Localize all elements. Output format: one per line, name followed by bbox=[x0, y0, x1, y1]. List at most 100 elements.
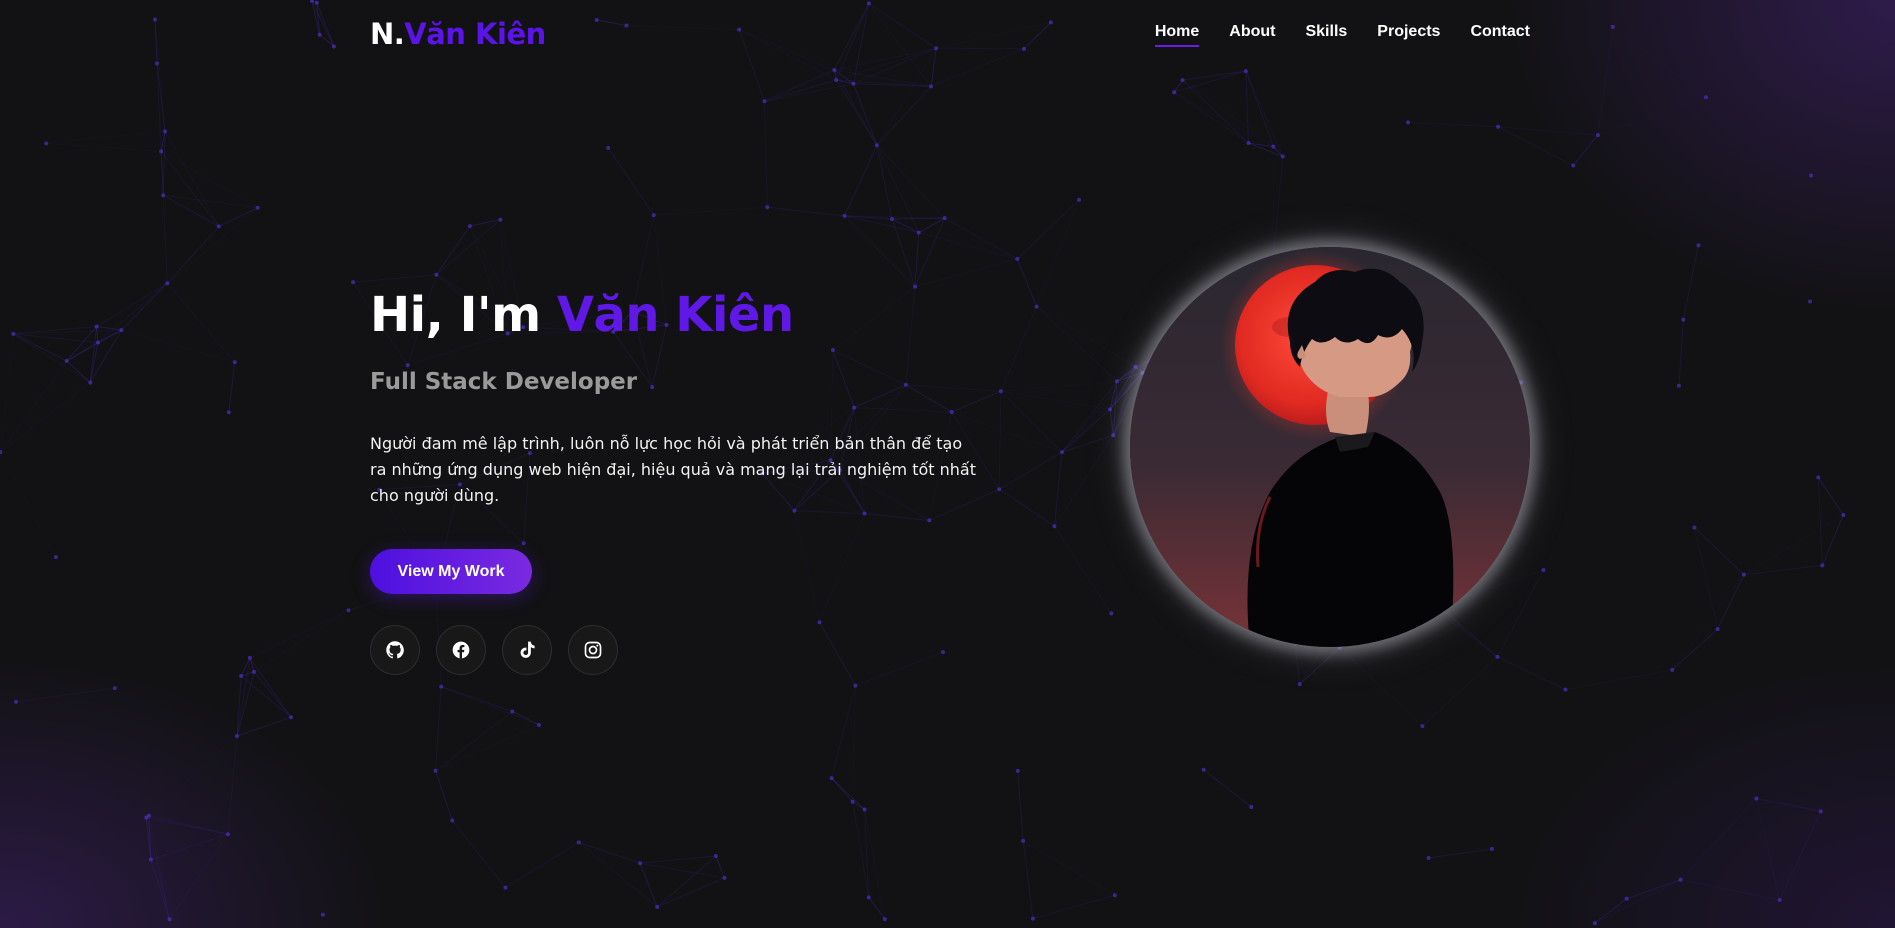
facebook-icon bbox=[452, 641, 470, 659]
network-node bbox=[320, 912, 325, 917]
network-node bbox=[498, 217, 503, 222]
network-link bbox=[653, 206, 768, 216]
network-node bbox=[64, 358, 69, 363]
instagram-link[interactable] bbox=[568, 625, 618, 675]
network-link bbox=[1061, 408, 1111, 453]
network-link bbox=[1428, 848, 1493, 859]
network-link bbox=[1053, 452, 1063, 527]
network-link bbox=[1594, 879, 1681, 924]
nav-item-about[interactable]: About bbox=[1229, 23, 1275, 45]
tiktok-icon bbox=[520, 641, 535, 658]
network-link bbox=[1000, 390, 1111, 410]
network-node bbox=[1201, 767, 1206, 772]
network-node bbox=[239, 674, 244, 679]
network-node bbox=[503, 885, 508, 890]
nav-item-skills[interactable]: Skills bbox=[1305, 23, 1347, 45]
network-link bbox=[876, 144, 946, 219]
network-link bbox=[240, 675, 292, 718]
github-link[interactable] bbox=[370, 625, 420, 675]
network-node bbox=[247, 655, 252, 660]
network-link bbox=[1612, 26, 1707, 98]
network-node bbox=[929, 84, 934, 89]
network-link bbox=[1682, 245, 1699, 320]
network-link bbox=[249, 657, 292, 718]
nav-item-contact[interactable]: Contact bbox=[1470, 23, 1530, 45]
nav-item-home[interactable]: Home bbox=[1154, 23, 1200, 47]
network-link bbox=[831, 777, 853, 803]
network-link bbox=[918, 232, 1018, 260]
network-link bbox=[227, 736, 238, 835]
network-node bbox=[255, 205, 260, 210]
network-link bbox=[146, 817, 229, 835]
network-node bbox=[1114, 379, 1119, 384]
network-node bbox=[251, 669, 256, 674]
network-node bbox=[1681, 317, 1686, 322]
network-link bbox=[145, 817, 170, 920]
network-link bbox=[578, 841, 658, 908]
nav-item-projects[interactable]: Projects bbox=[1377, 23, 1440, 45]
network-node bbox=[433, 768, 438, 773]
network-link bbox=[435, 724, 540, 772]
network-link bbox=[150, 859, 170, 920]
network-node bbox=[1754, 796, 1759, 801]
network-node bbox=[1172, 90, 1177, 95]
network-link bbox=[944, 217, 1018, 260]
network-node bbox=[1015, 256, 1020, 261]
network-node bbox=[434, 272, 439, 277]
hero-name: Văn Kiên bbox=[556, 287, 794, 343]
network-node bbox=[1595, 133, 1600, 138]
network-link bbox=[831, 685, 856, 779]
network-node bbox=[762, 99, 767, 104]
network-node bbox=[1030, 916, 1035, 921]
network-node bbox=[94, 324, 99, 329]
hero-subtitle: Full Stack Developer bbox=[370, 369, 638, 395]
network-link bbox=[236, 657, 251, 737]
network-node bbox=[851, 81, 856, 86]
network-node bbox=[834, 77, 839, 82]
network-link bbox=[891, 217, 945, 220]
network-node bbox=[1249, 804, 1254, 809]
network-link bbox=[1245, 70, 1274, 147]
network-link bbox=[1182, 79, 1249, 144]
network-link bbox=[715, 855, 725, 879]
network-node bbox=[1820, 563, 1825, 568]
network-link bbox=[1565, 669, 1673, 691]
hero-greeting: Hi, I'm bbox=[370, 287, 557, 343]
network-link bbox=[1054, 526, 1112, 614]
logo-prefix: N. bbox=[370, 17, 405, 51]
network-node bbox=[998, 389, 1003, 394]
network-link bbox=[441, 686, 540, 726]
network-node bbox=[14, 699, 19, 704]
network-node bbox=[1112, 893, 1117, 898]
instagram-icon bbox=[584, 641, 602, 659]
network-link bbox=[1422, 656, 1498, 727]
facebook-link[interactable] bbox=[436, 625, 486, 675]
network-node bbox=[1676, 383, 1681, 388]
network-link bbox=[876, 145, 893, 220]
network-link bbox=[96, 325, 122, 331]
network-link bbox=[844, 145, 878, 217]
view-my-work-button[interactable]: View My Work bbox=[370, 549, 532, 594]
network-node bbox=[1715, 627, 1720, 632]
network-link bbox=[1817, 477, 1844, 516]
network-node bbox=[1406, 120, 1411, 125]
network-link bbox=[1671, 628, 1718, 671]
network-link bbox=[1017, 770, 1024, 841]
network-link bbox=[918, 217, 945, 234]
network-link bbox=[998, 488, 1055, 527]
network-node bbox=[161, 193, 166, 198]
network-node bbox=[351, 280, 356, 285]
network-link bbox=[150, 833, 229, 861]
network-node bbox=[874, 143, 879, 148]
network-node bbox=[1841, 512, 1846, 517]
network-link bbox=[253, 609, 349, 673]
network-node bbox=[942, 216, 947, 221]
logo[interactable]: N.Văn Kiên bbox=[370, 17, 546, 51]
tiktok-link[interactable] bbox=[502, 625, 552, 675]
network-link bbox=[998, 451, 1063, 490]
network-node bbox=[1571, 163, 1576, 168]
network-link bbox=[657, 877, 725, 908]
network-link bbox=[578, 841, 641, 864]
network-link bbox=[1594, 898, 1627, 924]
network-node bbox=[537, 723, 542, 728]
